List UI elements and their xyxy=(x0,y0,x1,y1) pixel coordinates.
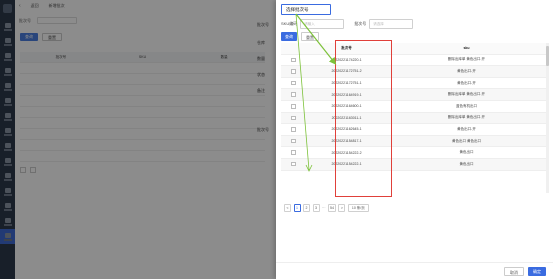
reset-button[interactable]: 重置 xyxy=(301,32,319,41)
batch-number-cell: 20220221164919-1 xyxy=(331,92,362,97)
row-checkbox[interactable] xyxy=(281,127,306,132)
page-ellipsis[interactable]: ··· xyxy=(322,206,326,210)
sku-cell: 黄色出口-开 xyxy=(457,68,476,73)
batch-column-header: 批次号 xyxy=(341,45,352,50)
sku-filter-input[interactable]: 请输入 xyxy=(300,19,345,29)
row-checkbox[interactable] xyxy=(281,69,306,74)
sku-cell: 黄色出口-开 xyxy=(457,80,476,85)
select-batch-drawer: 选择批次号 SKU编码 请输入 批次号 请选择 查询 重置 批次号 sku 20… xyxy=(276,0,553,279)
row-checkbox[interactable] xyxy=(281,104,306,109)
filter-actions: 查询 重置 xyxy=(281,32,319,41)
batch-number-cell: 20220221163011-1 xyxy=(331,115,362,120)
page-button-1[interactable]: 1 xyxy=(293,204,301,212)
table-row[interactable]: 20220221164919-1 删除出库单 黄色出口-开 xyxy=(281,89,546,101)
sku-cell: 删除出库单 黄色出口-开 xyxy=(447,92,486,97)
sku-filter-label: SKU编码 xyxy=(281,21,298,26)
batch-filter-label: 批次号 xyxy=(354,21,367,26)
table-row[interactable]: 20220221154817-1 黄色出口 黄色出口 xyxy=(281,135,546,148)
table-row[interactable]: 20220221154222-1 黄色出口 xyxy=(281,158,546,171)
batch-number-cell: 20220221172751-1 xyxy=(331,81,362,86)
batch-number-cell: 20220221164600-1 xyxy=(331,104,362,109)
row-checkbox[interactable] xyxy=(281,80,306,86)
prev-page-button[interactable]: < xyxy=(284,204,291,212)
sku-cell: 黄色出口 xyxy=(459,150,474,155)
query-button[interactable]: 查询 xyxy=(281,32,297,41)
batch-table: 批次号 sku 20220221174220-1 删除出库单 黄色出口-开 20… xyxy=(281,43,546,171)
batch-number-cell: 20220221172751-2 xyxy=(331,69,362,74)
sku-cell: 黄色出口 xyxy=(459,161,474,166)
table-row[interactable]: 20220221163011-1 删除出库单 黄色出口-开 xyxy=(281,112,546,125)
next-page-button[interactable]: > xyxy=(338,204,346,212)
batch-number-cell: 20220221154817-1 xyxy=(331,139,362,144)
sku-cell: 蓝色有机出口 xyxy=(456,103,477,108)
sku-cell: 删除出库单 黄色出口-开 xyxy=(447,115,486,120)
last-page-button[interactable]: 54 xyxy=(328,204,336,212)
page-size-select[interactable]: 10 条/页 xyxy=(347,204,369,212)
row-checkbox[interactable] xyxy=(281,115,306,121)
sku-cell: 黄色出口 黄色出口 xyxy=(452,138,481,143)
confirm-button[interactable]: 确定 xyxy=(528,266,546,276)
batch-number-cell: 20220221174220-1 xyxy=(331,57,362,62)
sku-cell: 黄色出口-开 xyxy=(457,126,476,131)
table-row[interactable]: 20220221154222-2 黄色出口 xyxy=(281,147,546,159)
table-row[interactable]: 20220221174220-1 删除出库单 黄色出口-开 xyxy=(281,55,546,67)
batch-number-cell: 20220221154222-2 xyxy=(331,150,362,155)
row-checkbox[interactable] xyxy=(281,150,306,155)
table-row[interactable]: 20220221164600-1 蓝色有机出口 xyxy=(281,101,546,113)
pagination: < 1 2 3 ··· 54 > 10 条/页 xyxy=(284,204,369,212)
row-checkbox[interactable] xyxy=(281,138,306,144)
table-row[interactable]: 20220221172751-2 黄色出口-开 xyxy=(281,66,546,78)
batch-number-cell: 20220221162645-1 xyxy=(331,127,362,132)
row-checkbox[interactable] xyxy=(281,92,306,97)
drawer-footer: 取消 确定 xyxy=(276,262,553,279)
table-row[interactable]: 20220221172751-1 黄色出口-开 xyxy=(281,78,546,90)
cancel-button[interactable]: 取消 xyxy=(504,266,524,276)
drawer-title: 选择批次号 xyxy=(281,4,331,15)
sku-column-header: sku xyxy=(463,46,470,51)
sku-cell: 删除出库单 黄色出口-开 xyxy=(447,57,486,62)
filter-row: SKU编码 请输入 批次号 请选择 xyxy=(281,19,423,29)
table-header-row: 批次号 sku xyxy=(281,43,546,55)
table-scrollbar-thumb[interactable] xyxy=(546,46,549,66)
table-row[interactable]: 20220221162645-1 黄色出口-开 xyxy=(281,124,546,136)
page-button-2[interactable]: 2 xyxy=(303,204,310,212)
row-checkbox[interactable] xyxy=(281,57,306,63)
batch-number-cell: 20220221154222-1 xyxy=(331,162,362,167)
page-button-3[interactable]: 3 xyxy=(312,204,320,212)
row-checkbox[interactable] xyxy=(281,161,306,167)
batch-filter-input[interactable]: 请选择 xyxy=(369,19,414,29)
